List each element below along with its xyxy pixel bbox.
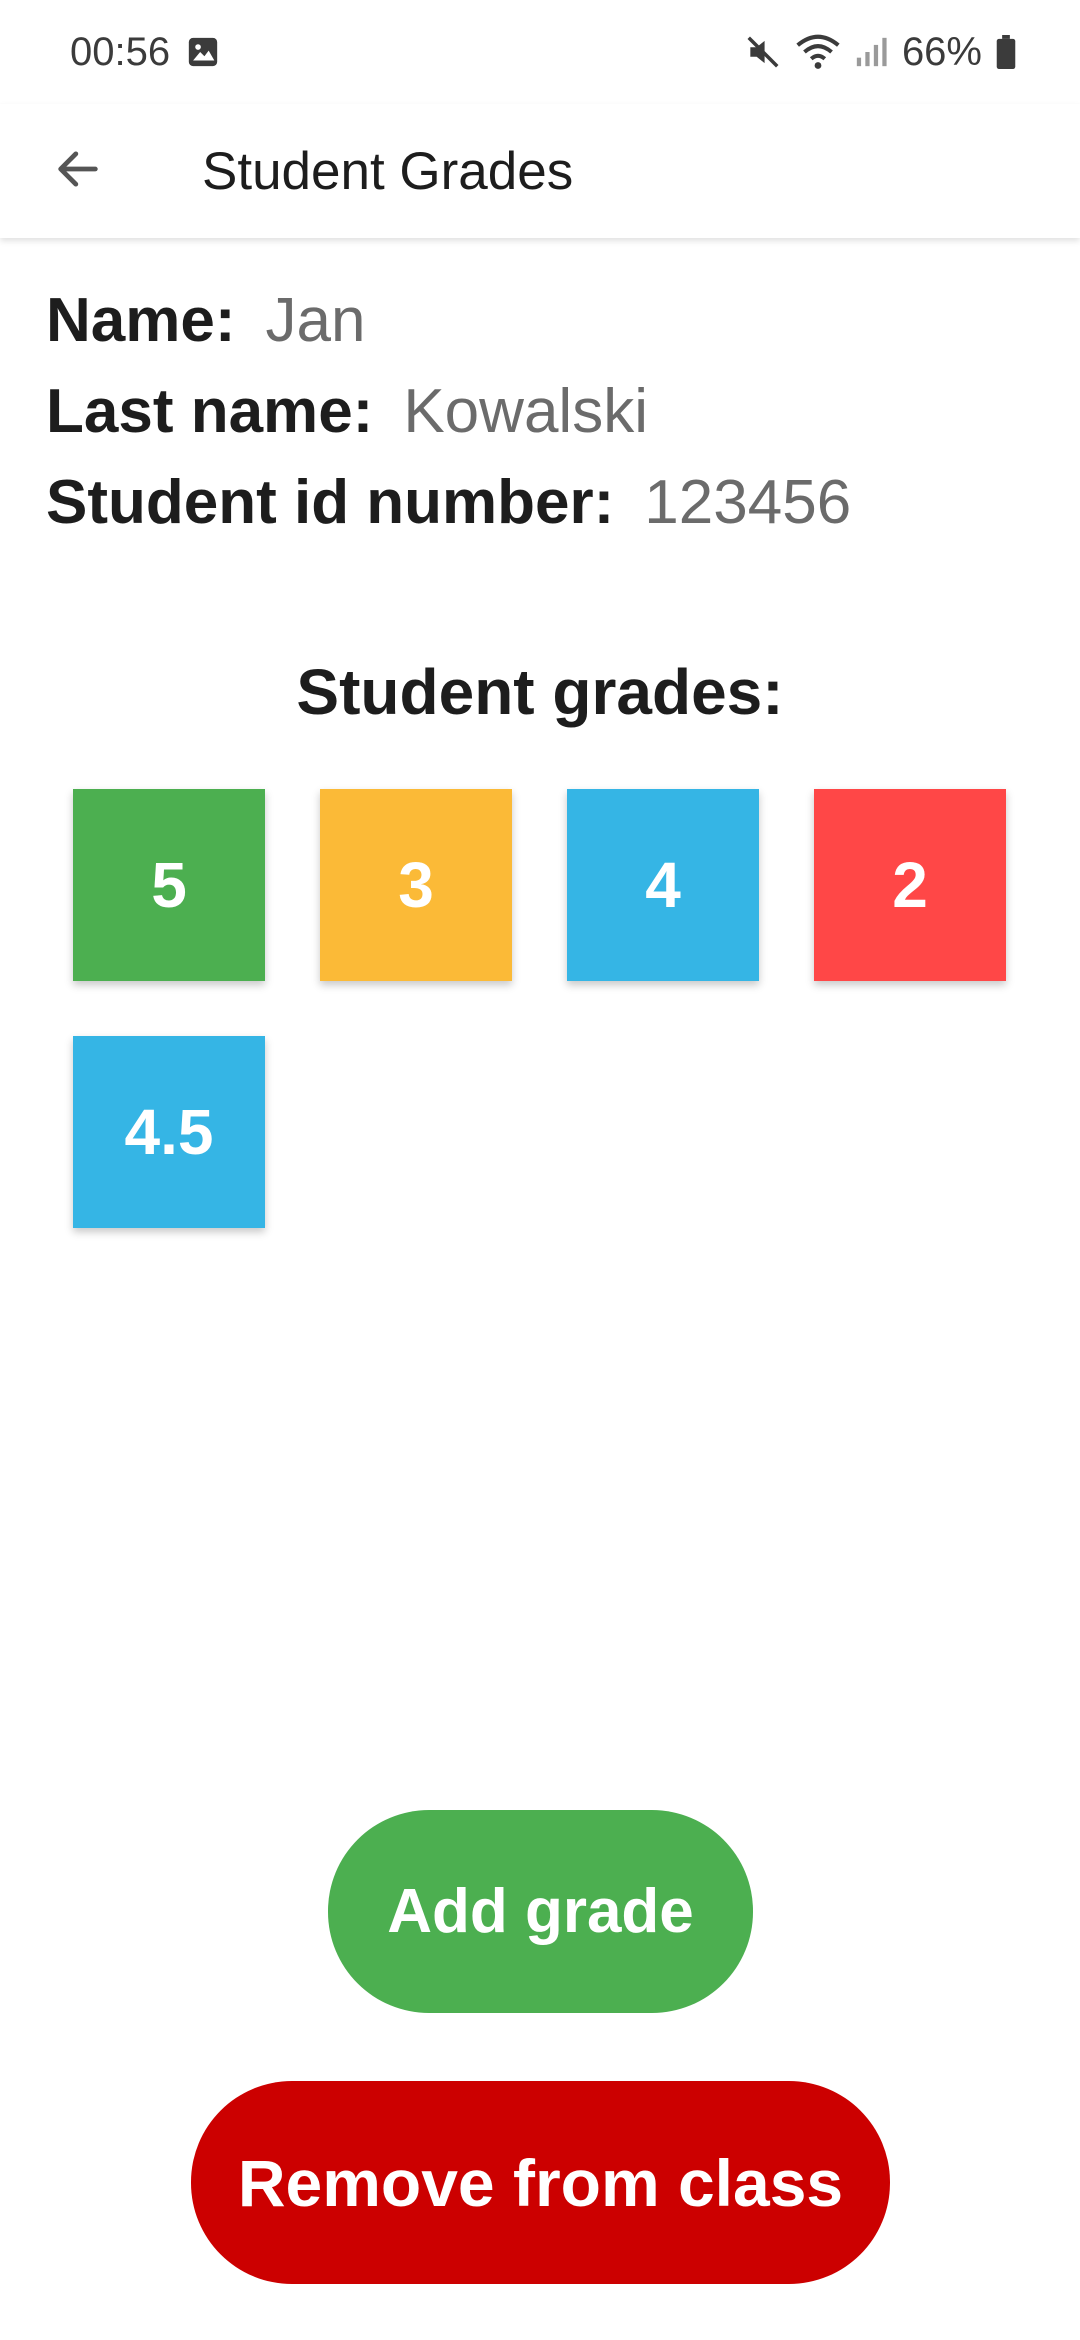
grade-tile[interactable]: 4.5	[73, 1036, 265, 1228]
grades-heading: Student grades:	[296, 656, 784, 728]
screen: 00:56 66% Student Grades Name: Jan Last …	[0, 0, 1080, 2340]
student-id-row: Student id number: 123456	[46, 467, 1046, 558]
name-label: Name:	[46, 286, 236, 355]
wifi-icon	[796, 33, 840, 71]
remove-from-class-button[interactable]: Remove from class	[191, 2081, 890, 2284]
mute-icon	[744, 33, 782, 71]
status-time: 00:56	[70, 29, 171, 74]
student-id-label: Student id number:	[46, 468, 615, 537]
app-bar: Student Grades	[0, 104, 1080, 238]
last-name-row: Last name: Kowalski	[46, 376, 1046, 467]
battery-percent: 66%	[901, 29, 982, 74]
arrow-left-icon	[52, 143, 104, 200]
grade-tile[interactable]: 4	[567, 789, 759, 981]
student-info: Name: Jan Last name: Kowalski Student id…	[46, 285, 1046, 558]
signal-icon	[854, 35, 888, 69]
back-button[interactable]	[38, 131, 118, 211]
status-right: 66%	[744, 30, 1016, 75]
add-grade-button[interactable]: Add grade	[328, 1810, 753, 2013]
last-name-value: Kowalski	[403, 377, 648, 446]
gallery-notification-icon	[186, 35, 220, 69]
last-name-label: Last name:	[46, 377, 374, 446]
name-row: Name: Jan	[46, 285, 1046, 376]
battery-icon	[996, 35, 1016, 69]
grade-tile[interactable]: 3	[320, 789, 512, 981]
grade-tile[interactable]: 5	[73, 789, 265, 981]
name-value: Jan	[265, 286, 366, 355]
student-id-value: 123456	[644, 468, 852, 537]
page-title: Student Grades	[202, 141, 574, 201]
status-bar: 00:56 66%	[0, 0, 1080, 104]
grades-grid: 5 3 4 2 4.5	[73, 789, 1033, 1228]
grade-tile[interactable]: 2	[814, 789, 1006, 981]
status-left: 00:56	[70, 30, 220, 75]
